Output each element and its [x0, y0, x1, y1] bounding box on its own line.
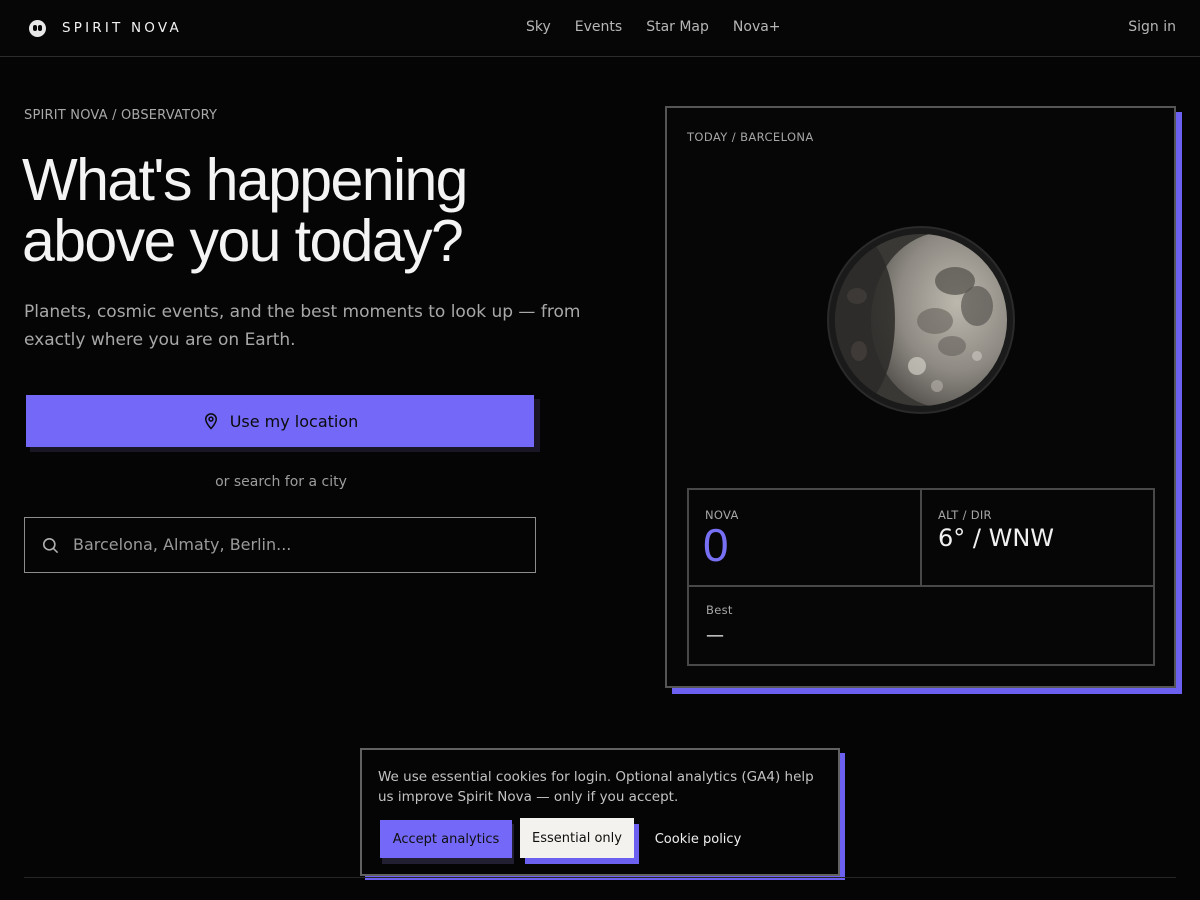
alien-face-icon	[29, 19, 46, 37]
map-pin-icon	[204, 413, 217, 430]
nav-item-star-map[interactable]: Star Map	[646, 19, 709, 35]
stat-best-label: Best	[706, 603, 733, 617]
moon-card-label: TODAY / BARCELONA	[687, 130, 814, 144]
footer-divider	[24, 877, 1176, 878]
cookie-banner: We use essential cookies for login. Opti…	[360, 748, 840, 876]
stat-nova: NOVA 0	[689, 490, 922, 587]
stat-alt-dir-label: ALT / DIR	[938, 508, 992, 522]
nav-item-events[interactable]: Events	[575, 19, 622, 35]
stat-best-value: —	[706, 625, 724, 646]
use-location-label: Use my location	[229, 411, 359, 431]
stat-nova-value: 0	[703, 519, 729, 571]
page-title-line-1: What's happening	[22, 147, 468, 213]
cookie-text: We use essential cookies for login. Opti…	[378, 769, 814, 805]
city-search-box	[24, 517, 536, 573]
use-location-button[interactable]: Use my location	[26, 395, 534, 447]
page-title-line-2: above you today?	[22, 208, 464, 274]
or-search-text: or search for a city	[215, 474, 347, 490]
cookie-policy-link[interactable]: Cookie policy	[646, 820, 750, 858]
sign-in-link[interactable]: Sign in	[1128, 19, 1176, 35]
breadcrumb: SPIRIT NOVA / OBSERVATORY	[24, 108, 218, 123]
search-icon	[42, 537, 59, 554]
main-nav: Sky Events Star Map Nova+	[526, 19, 781, 35]
city-search-input[interactable]	[73, 518, 523, 571]
stat-best: Best —	[689, 587, 1153, 664]
moon-phase-image	[827, 226, 1015, 414]
hero-subtitle: Planets, cosmic events, and the best mom…	[24, 302, 581, 350]
nav-item-sky[interactable]: Sky	[526, 19, 551, 35]
brand-name: SPIRIT NOVA	[62, 20, 182, 36]
nav-item-nova-plus[interactable]: Nova+	[733, 19, 781, 35]
essential-only-button[interactable]: Essential only	[520, 818, 634, 858]
site-header: SPIRIT NOVA Sky Events Star Map Nova+ Si…	[0, 0, 1200, 57]
moon-card: TODAY / BARCELONA NOVA 0 ALT / DIR 6° / …	[665, 106, 1176, 688]
moon-stats-grid: NOVA 0 ALT / DIR 6° / WNW Best —	[687, 488, 1155, 666]
accept-analytics-button[interactable]: Accept analytics	[380, 820, 512, 858]
brand-logo[interactable]: SPIRIT NOVA	[29, 18, 182, 38]
page-title: What's happening above you today?	[22, 150, 622, 272]
stat-alt-dir-value: 6° / WNW	[938, 524, 1055, 552]
stat-alt-dir: ALT / DIR 6° / WNW	[922, 490, 1153, 587]
